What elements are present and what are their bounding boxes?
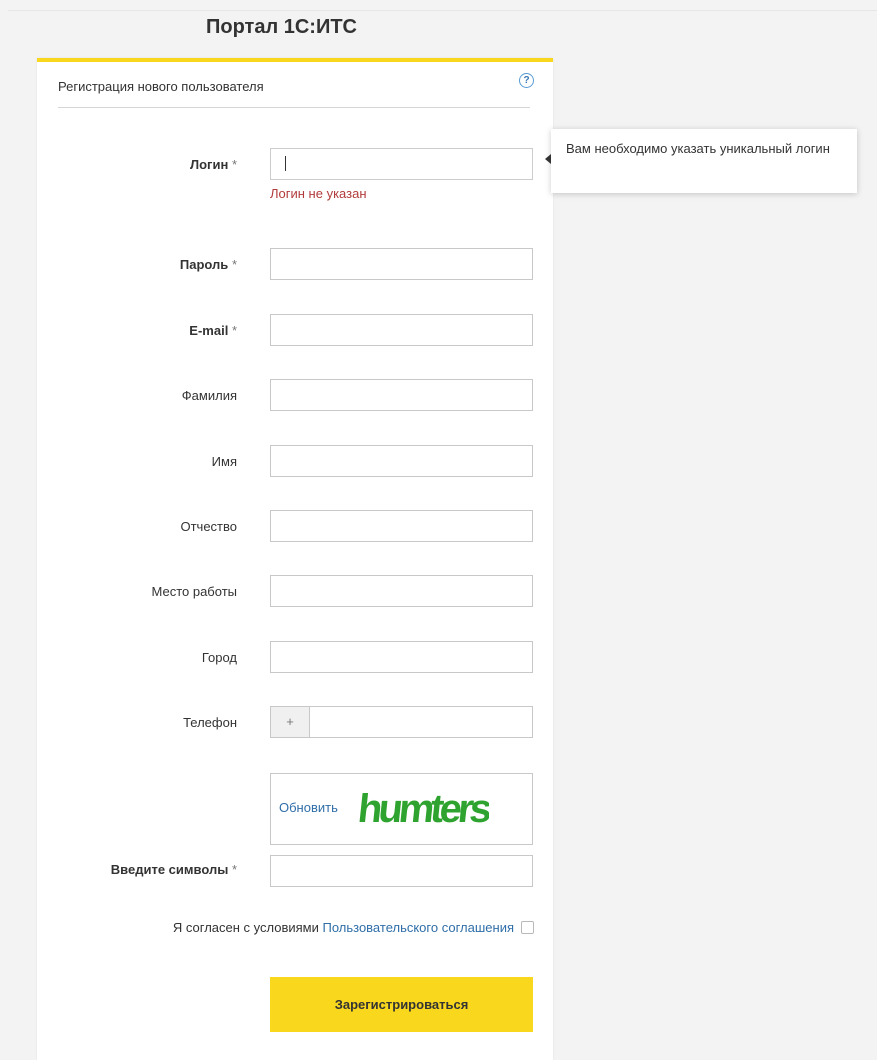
city-label: Город — [201, 650, 237, 665]
page-title: Портал 1С:ИТС — [206, 16, 357, 38]
middlename-input[interactable] — [270, 510, 533, 542]
login-input[interactable] — [270, 148, 533, 180]
workplace-input[interactable] — [270, 575, 533, 607]
captcha-image-text: humters — [359, 787, 489, 831]
agreement-link[interactable]: Пользовательского соглашения — [322, 920, 514, 935]
agreement-text: Я согласен с условиями Пользовательского… — [173, 920, 514, 935]
captcha-label: Введите символы * — [110, 862, 237, 877]
registration-card: Регистрация нового пользователя ? Логин … — [37, 58, 553, 1060]
captcha-refresh-link[interactable]: Обновить — [271, 800, 338, 815]
lastname-input[interactable] — [270, 379, 533, 411]
password-label: Пароль * — [179, 257, 237, 272]
top-divider — [8, 10, 877, 11]
phone-input[interactable] — [310, 707, 530, 737]
firstname-label: Имя — [211, 454, 237, 469]
login-label: Логин * — [189, 157, 237, 172]
tooltip-arrow — [545, 154, 551, 164]
phone-label: Телефон — [183, 715, 237, 730]
password-input[interactable] — [270, 248, 533, 280]
captcha-box: Обновить humters — [270, 773, 533, 845]
agreement-checkbox[interactable] — [521, 921, 534, 934]
agreement-row: Я согласен с условиями Пользовательского… — [37, 920, 534, 940]
form-title: Регистрация нового пользователя — [58, 79, 264, 94]
phone-field: + — [270, 706, 533, 738]
captcha-image: humters — [359, 787, 489, 831]
login-tooltip: Вам необходимо указать уникальный логин — [545, 129, 857, 193]
workplace-label: Место работы — [151, 584, 237, 599]
login-error: Логин не указан — [270, 186, 367, 201]
phone-prefix: + — [271, 707, 310, 737]
text-cursor — [285, 156, 286, 171]
login-field-wrap — [270, 148, 533, 180]
tooltip-text: Вам необходимо указать уникальный логин — [566, 141, 830, 156]
register-button[interactable]: Зарегистрироваться — [270, 977, 533, 1032]
agreement-prefix: Я согласен с условиями — [172, 920, 323, 935]
help-icon[interactable]: ? — [519, 73, 534, 88]
card-header: Регистрация нового пользователя ? — [58, 73, 534, 108]
email-input[interactable] — [270, 314, 533, 346]
city-input[interactable] — [270, 641, 533, 673]
firstname-input[interactable] — [270, 445, 533, 477]
captcha-input[interactable] — [270, 855, 533, 887]
middlename-label: Отчество — [180, 519, 237, 534]
lastname-label: Фамилия — [181, 388, 237, 403]
email-label: E-mail * — [189, 323, 237, 338]
